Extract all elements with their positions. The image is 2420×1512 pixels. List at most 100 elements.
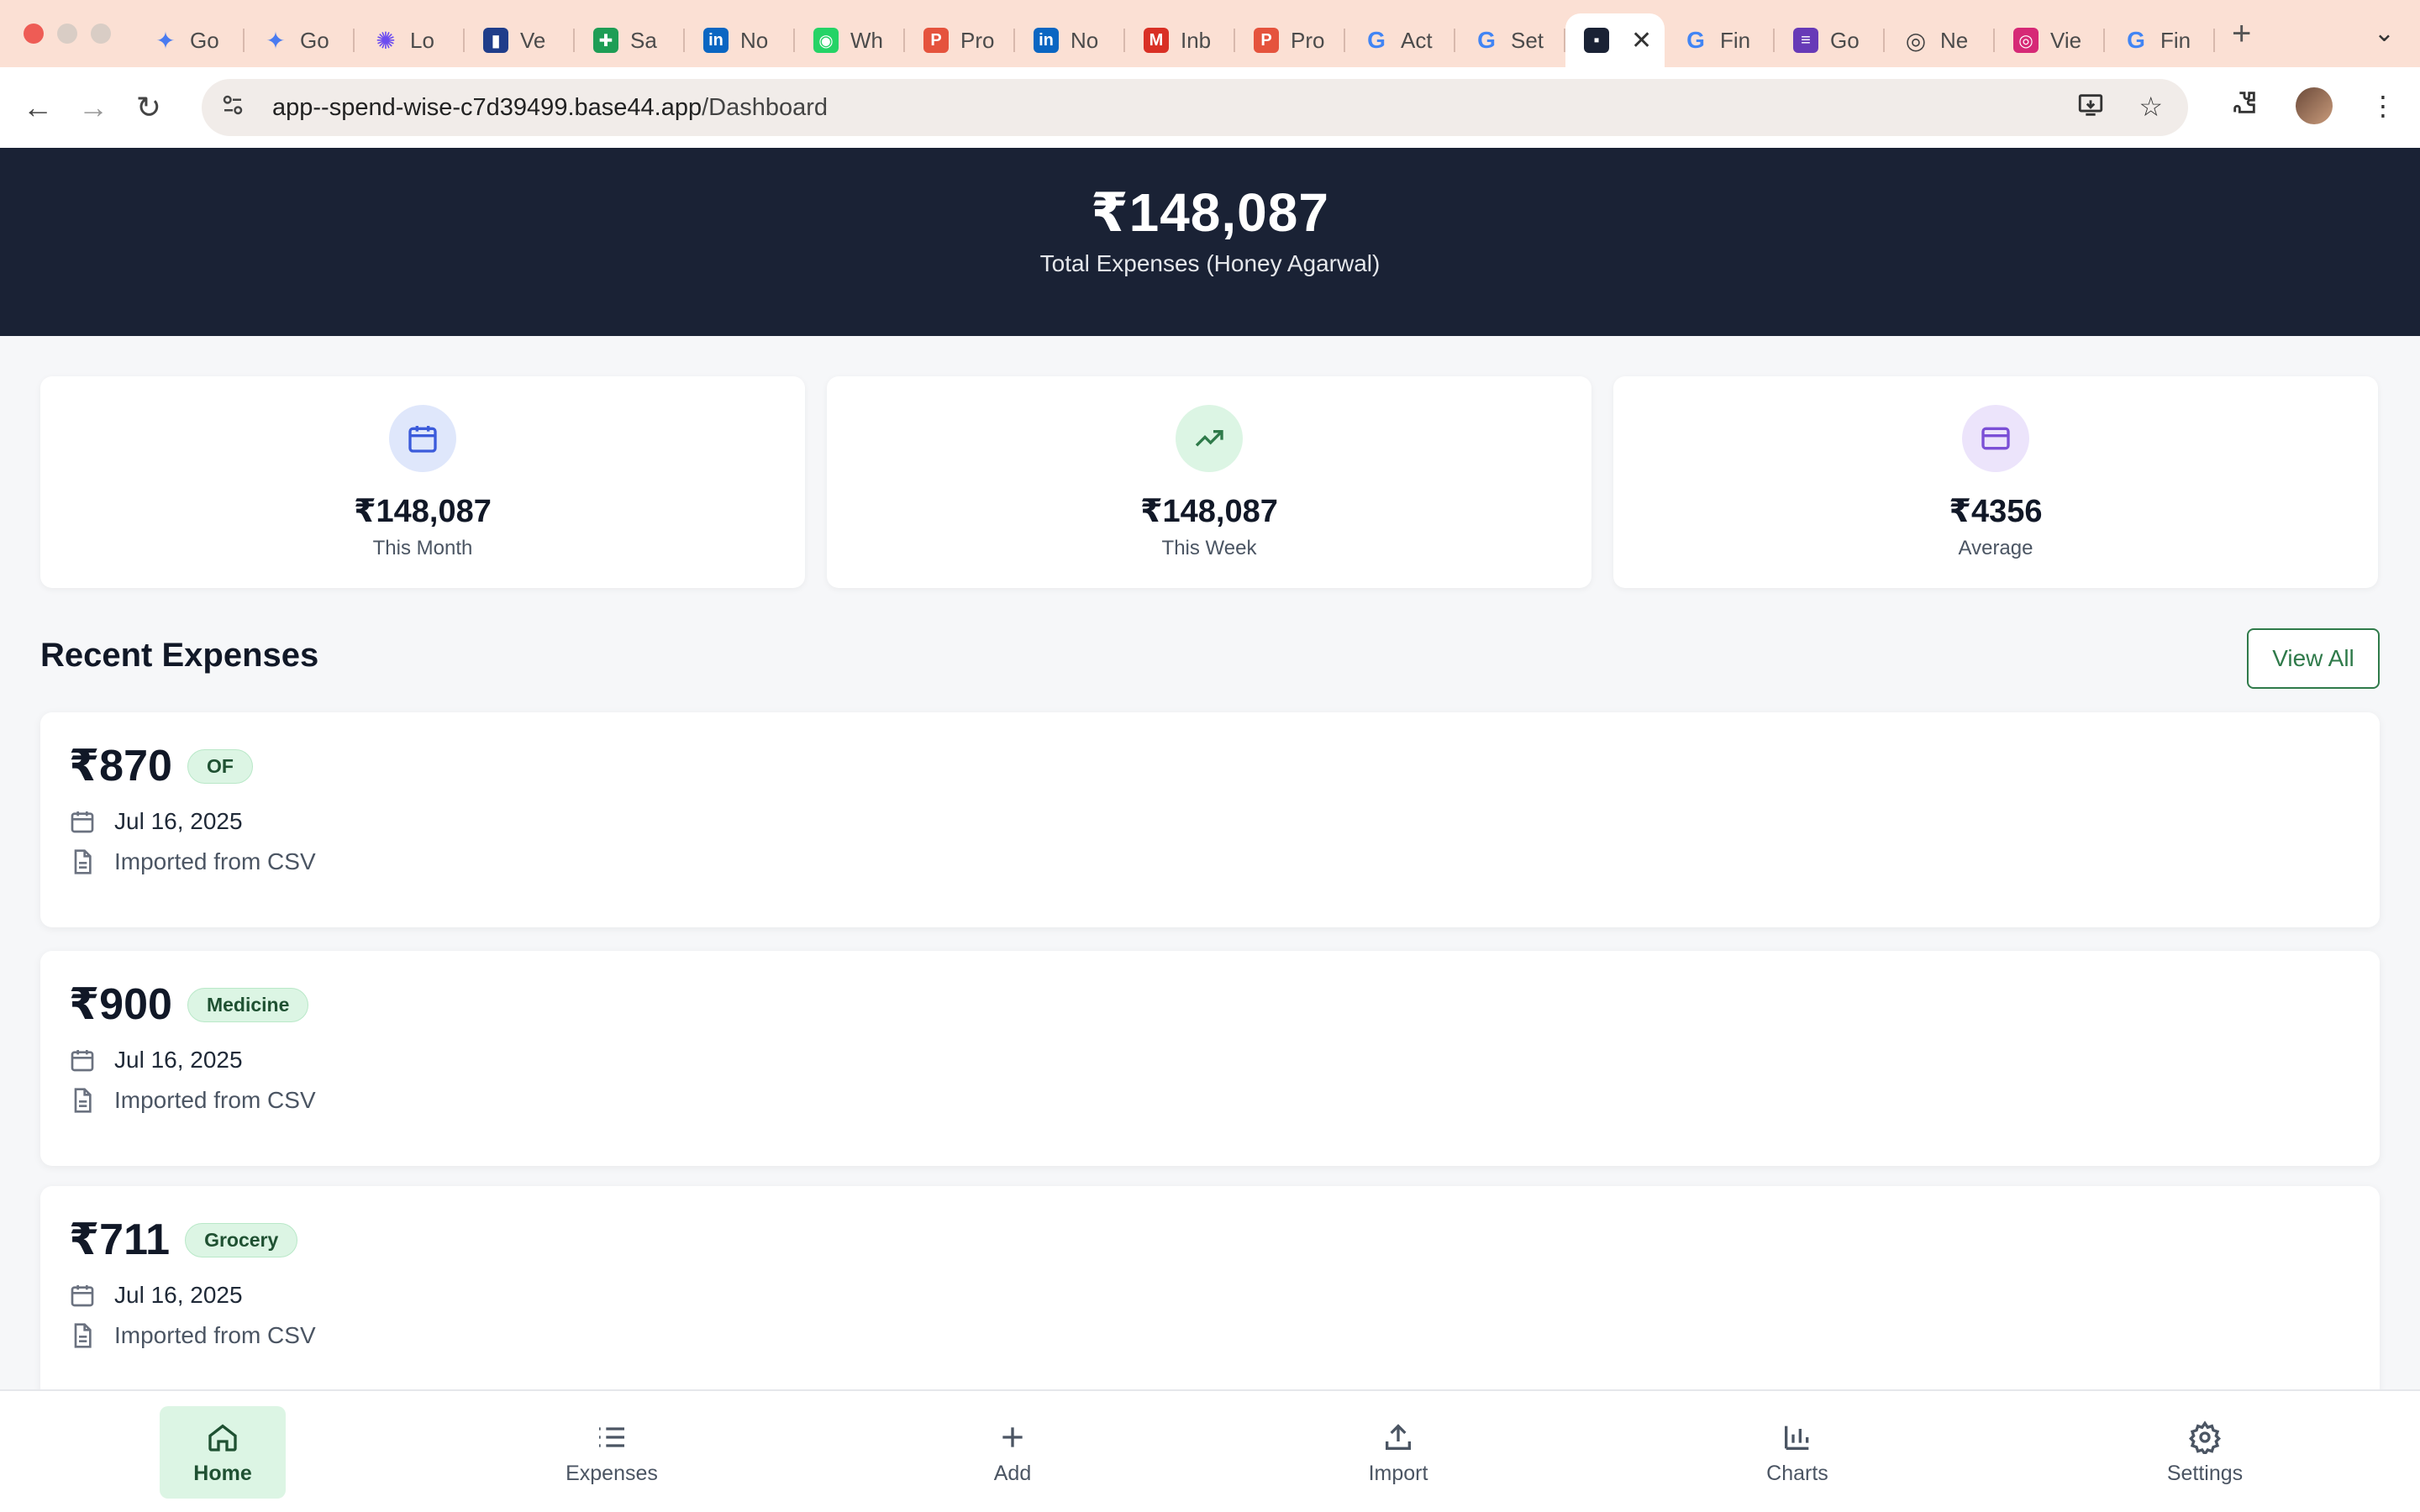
stat-card-this-month: ₹148,087 This Month xyxy=(40,376,805,588)
expense-date-row: Jul 16, 2025 xyxy=(69,1282,243,1309)
category-badge: Grocery xyxy=(185,1222,298,1257)
install-app-icon[interactable] xyxy=(2076,91,2105,126)
chrome-icon: ◎ xyxy=(1905,27,1927,54)
expense-note-row: Imported from CSV xyxy=(69,1087,316,1114)
expense-date-row: Jul 16, 2025 xyxy=(69,808,243,835)
tab-title: Go xyxy=(1830,27,1860,53)
site-info-icon[interactable] xyxy=(220,92,254,123)
browser-tab-bar: ✦ Go ✦ Go ✺ Lo ▮ Ve ✚ Sa in No ◉ Wh P Pro in No M Inb P Pro G A… xyxy=(0,0,2420,67)
extensions-puzzle-icon[interactable] xyxy=(2230,88,2259,123)
tab-title: No xyxy=(1071,27,1099,53)
tab-title: Ve xyxy=(520,27,546,53)
nav-charts[interactable]: Charts xyxy=(1734,1406,1860,1499)
tab-title: No xyxy=(740,27,769,53)
bookmark-star-icon[interactable]: ☆ xyxy=(2139,91,2163,126)
reload-icon[interactable]: ↻ xyxy=(121,90,176,125)
browser-tab[interactable]: ✚ Sa xyxy=(575,13,685,67)
window-controls xyxy=(24,24,111,44)
browser-tab[interactable]: G Fin xyxy=(2105,13,2215,67)
address-bar[interactable]: app--spend-wise-c7d39499.base44.app/Dash… xyxy=(202,79,2188,136)
forms-list-icon: ≡ xyxy=(1793,28,1818,53)
browser-tab[interactable]: ◉ Wh xyxy=(795,13,905,67)
stat-card-average: ₹4356 Average xyxy=(1613,376,2378,588)
browser-tab[interactable]: ▪ ✕ xyxy=(1565,13,1665,67)
nav-home[interactable]: Home xyxy=(160,1406,286,1499)
tab-title: Pro xyxy=(960,27,995,53)
new-tab-icon[interactable]: + xyxy=(2232,15,2251,53)
google-g-icon: G xyxy=(2127,27,2145,53)
expense-date: Jul 16, 2025 xyxy=(114,1047,243,1073)
expense-note-row: Imported from CSV xyxy=(69,1322,316,1349)
expense-amount: ₹711 xyxy=(69,1215,171,1264)
tab-title: Ne xyxy=(1940,27,1969,53)
expense-note-row: Imported from CSV xyxy=(69,848,316,875)
recent-expenses-heading: Recent Expenses xyxy=(40,637,319,674)
browser-tab[interactable]: G Fin xyxy=(1665,13,1775,67)
maximize-window-button[interactable] xyxy=(91,24,111,44)
tab-title: Act xyxy=(1401,27,1433,53)
calendar-icon xyxy=(71,1050,94,1072)
vercel-doc-icon: ▮ xyxy=(483,28,508,53)
expense-date-row: Jul 16, 2025 xyxy=(69,1047,243,1074)
browser-tab[interactable]: ≡ Go xyxy=(1775,13,1885,67)
google-g-icon: G xyxy=(1686,27,1705,53)
tab-title: Pro xyxy=(1291,27,1325,53)
tab-title: Wh xyxy=(850,27,883,53)
gemini-star-icon: ✦ xyxy=(155,27,176,54)
browser-tab[interactable]: ◎ Vie xyxy=(1995,13,2105,67)
browser-tab[interactable]: ▮ Ve xyxy=(465,13,575,67)
browser-tab[interactable]: G Set xyxy=(1455,13,1565,67)
list-icon xyxy=(549,1420,675,1455)
gmail-icon: M xyxy=(1144,28,1169,53)
nav-label: Expenses xyxy=(566,1462,658,1485)
category-badge: Medicine xyxy=(187,987,309,1022)
browser-tab[interactable]: ✦ Go xyxy=(134,13,245,67)
tab-title: Inb xyxy=(1181,27,1212,53)
tab-search-chevron-icon[interactable]: ⌄ xyxy=(2374,18,2395,48)
stat-value: ₹4356 xyxy=(1949,494,2043,529)
close-window-button[interactable] xyxy=(24,24,44,44)
browser-tab[interactable]: M Inb xyxy=(1125,13,1235,67)
expense-date: Jul 16, 2025 xyxy=(114,808,243,834)
url-text: app--spend-wise-c7d39499.base44.app/Dash… xyxy=(272,93,829,121)
browser-tab[interactable]: in No xyxy=(685,13,795,67)
tab-title: Go xyxy=(190,27,219,53)
profile-avatar[interactable] xyxy=(2296,87,2333,124)
expense-note: Imported from CSV xyxy=(114,848,316,874)
expense-card[interactable]: ₹711 Grocery Jul 16, 2025 Imported from … xyxy=(40,1186,2380,1401)
expense-amount: ₹900 xyxy=(69,980,172,1029)
nav-settings[interactable]: Settings xyxy=(2142,1406,2268,1499)
nav-import[interactable]: Import xyxy=(1335,1406,1461,1499)
tab-title: Fin xyxy=(1720,27,1751,53)
minimize-window-button[interactable] xyxy=(57,24,77,44)
nav-label: Import xyxy=(1368,1462,1428,1485)
browser-tab[interactable]: P Pro xyxy=(905,13,1015,67)
google-g-icon: G xyxy=(1367,27,1386,53)
forward-arrow-icon[interactable]: → xyxy=(66,90,121,125)
document-icon xyxy=(74,1088,92,1113)
browser-tab[interactable]: G Act xyxy=(1345,13,1455,67)
expense-card[interactable]: ₹870 OF Jul 16, 2025 Imported from CSV xyxy=(40,712,2380,927)
view-all-button[interactable]: View All xyxy=(2247,628,2380,689)
browser-tab[interactable]: P Pro xyxy=(1235,13,1345,67)
calendar-icon xyxy=(71,1285,94,1307)
expense-note: Imported from CSV xyxy=(114,1322,316,1348)
bar-chart-icon xyxy=(1734,1420,1860,1455)
card-icon xyxy=(1962,405,2029,472)
sheets-plus-icon: ✚ xyxy=(593,28,618,53)
expense-card[interactable]: ₹900 Medicine Jul 16, 2025 Imported from… xyxy=(40,951,2380,1166)
back-arrow-icon[interactable]: ← xyxy=(10,90,66,125)
browser-tab[interactable]: ✦ Go xyxy=(245,13,355,67)
lovable-flower-icon: ✺ xyxy=(376,27,396,54)
stat-label: Average xyxy=(1958,537,2033,559)
browser-menu-icon[interactable]: ⋮ xyxy=(2370,90,2396,122)
browser-tab[interactable]: in No xyxy=(1015,13,1125,67)
browser-tab[interactable]: ◎ Ne xyxy=(1885,13,1995,67)
close-tab-icon[interactable]: ✕ xyxy=(1631,26,1652,55)
nav-label: Home xyxy=(193,1462,252,1485)
app-square-icon: ▪ xyxy=(1584,28,1609,53)
browser-tab[interactable]: ✺ Lo xyxy=(355,13,465,67)
nav-add[interactable]: Add xyxy=(950,1406,1076,1499)
nav-expenses[interactable]: Expenses xyxy=(549,1406,675,1499)
tab-title: Set xyxy=(1511,27,1544,53)
